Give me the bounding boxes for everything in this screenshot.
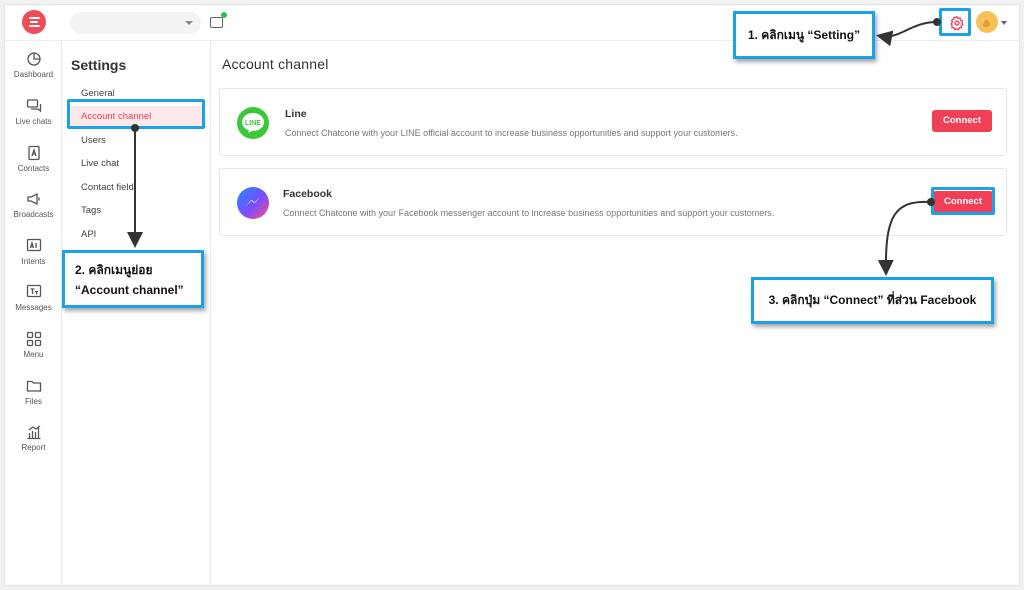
line-icon: LINE bbox=[237, 107, 269, 139]
channel-desc-facebook: Connect Chatcone with your Facebook mess… bbox=[283, 208, 775, 218]
channel-desc-line: Connect Chatcone with your LINE official… bbox=[285, 128, 738, 138]
settings-item-live-chat[interactable]: Live chat bbox=[71, 153, 202, 175]
contact-book-icon bbox=[27, 145, 40, 161]
ai-icon bbox=[26, 238, 41, 252]
nav-label-menu: Menu bbox=[23, 350, 44, 359]
annotation-step-2-line-2: “Account channel” bbox=[75, 283, 184, 297]
nav-item-menu[interactable]: Menu bbox=[5, 331, 62, 359]
annotation-step-2: 2. คลิกเมนูย่อย “Account channel” bbox=[62, 250, 204, 308]
app-logo-icon[interactable] bbox=[22, 10, 46, 34]
settings-item-contact-field[interactable]: Contact field bbox=[71, 177, 202, 199]
nav-item-broadcasts[interactable]: Broadcasts bbox=[5, 191, 62, 219]
workspace-select[interactable] bbox=[70, 12, 201, 34]
line-icon-text: LINE bbox=[245, 120, 261, 127]
connect-line-button[interactable]: Connect bbox=[932, 110, 992, 132]
nav-label-files: Files bbox=[25, 397, 42, 406]
channel-card-facebook: Facebook Connect Chatcone with your Face… bbox=[219, 168, 1007, 236]
annotation-step-1: 1. คลิกเมนู “Setting” bbox=[733, 11, 875, 59]
settings-item-users[interactable]: Users bbox=[71, 130, 202, 152]
nav-item-live-chats[interactable]: Live chats bbox=[5, 98, 62, 126]
folder-icon bbox=[26, 380, 41, 392]
nav-item-dashboard[interactable]: Dashboard bbox=[5, 51, 62, 79]
page-title: Account channel bbox=[222, 56, 329, 72]
messenger-icon bbox=[237, 187, 269, 219]
annotation-step-3: 3. คลิกปุ่ม “Connect” ที่ส่วน Facebook bbox=[751, 277, 994, 324]
left-nav: Dashboard Live chats Contacts Broadcasts… bbox=[5, 41, 62, 585]
highlight-connect-facebook bbox=[931, 187, 995, 215]
channel-card-line: LINE Line Connect Chatcone with your LIN… bbox=[219, 88, 1007, 156]
channel-name-facebook: Facebook bbox=[283, 188, 333, 200]
megaphone-icon bbox=[26, 192, 40, 206]
chat-status-icon[interactable] bbox=[210, 12, 227, 28]
grid-icon bbox=[26, 331, 41, 347]
nav-label-contacts: Contacts bbox=[17, 164, 50, 173]
nav-item-intents[interactable]: Intents bbox=[5, 238, 62, 266]
nav-item-report[interactable]: Report bbox=[5, 424, 62, 452]
nav-label-intents: Intents bbox=[21, 257, 46, 266]
settings-item-api[interactable]: API bbox=[71, 224, 202, 246]
nav-label-report: Report bbox=[21, 443, 46, 452]
bar-chart-icon bbox=[27, 425, 40, 440]
highlight-account-channel bbox=[67, 99, 205, 129]
nav-item-messages[interactable]: Messages bbox=[5, 284, 62, 312]
nav-label-dashboard: Dashboard bbox=[13, 70, 54, 79]
nav-label-live-chats: Live chats bbox=[15, 117, 52, 126]
nav-label-messages: Messages bbox=[15, 303, 52, 312]
user-avatar[interactable] bbox=[976, 11, 998, 33]
nav-item-files[interactable]: Files bbox=[5, 378, 62, 406]
annotation-step-2-line-1: 2. คลิกเมนูย่อย bbox=[75, 263, 153, 277]
pie-chart-icon bbox=[26, 52, 41, 66]
channel-name-line: Line bbox=[285, 108, 307, 120]
avatar-chevron-down-icon[interactable] bbox=[1001, 21, 1007, 25]
chevron-down-icon bbox=[185, 21, 193, 25]
text-message-icon bbox=[26, 284, 41, 298]
nav-item-contacts[interactable]: Contacts bbox=[5, 145, 62, 173]
settings-item-tags[interactable]: Tags bbox=[71, 200, 202, 222]
chat-bubbles-icon bbox=[26, 99, 41, 113]
highlight-settings-gear bbox=[939, 8, 971, 36]
settings-title: Settings bbox=[71, 57, 127, 73]
nav-label-broadcasts: Broadcasts bbox=[13, 210, 54, 219]
